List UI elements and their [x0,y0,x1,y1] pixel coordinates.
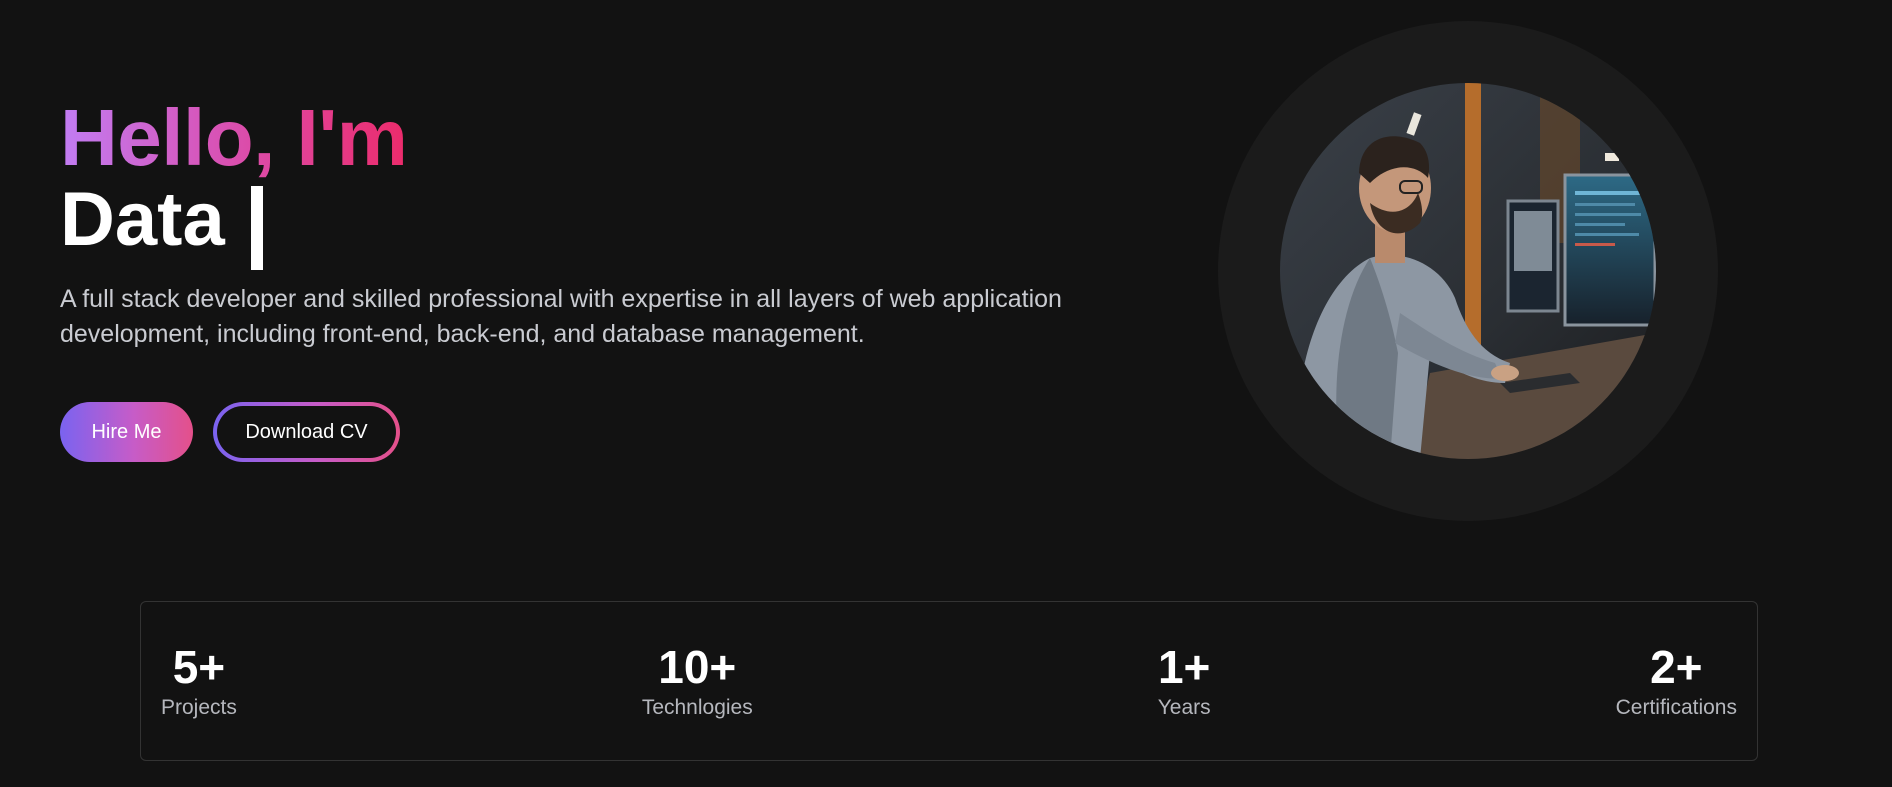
typing-cursor [250,186,263,270]
stat-label: Technlogies [641,696,753,719]
greeting-heading: Hello, I'm [60,93,408,182]
stat-value: 1+ [1157,641,1211,693]
download-cv-button[interactable]: Download CV [213,402,400,462]
stat-value: 5+ [172,641,226,693]
hero-section: Hello, I'm Data A full stack developer a… [60,98,1080,462]
role-heading: Data [60,177,1080,270]
download-cv-label: Download CV [217,406,396,458]
portfolio-hero-page: Hello, I'm Data A full stack developer a… [0,0,1892,787]
role-text: Data [60,177,225,262]
stat-years: 1+ Years [1158,641,1211,721]
hire-me-button[interactable]: Hire Me [60,402,193,462]
stat-label: Years [1157,696,1211,719]
stats-panel: 5+ Projects 10+ Technlogies 1+ Years 2+ … [140,601,1758,761]
stat-label: Projects [161,696,237,719]
profile-photo-ring [1218,21,1718,521]
hero-description: A full stack developer and skilled profe… [60,285,1062,348]
stat-label: Certifications [1615,696,1737,719]
stat-certifications: 2+ Certifications [1616,641,1737,721]
hero-actions: Hire Me Download CV [60,402,1080,462]
stat-value: 10+ [658,641,737,693]
developer-at-desk-illustration [1280,83,1656,459]
stat-value: 2+ [1650,641,1703,693]
profile-photo [1280,83,1656,459]
stat-projects: 5+ Projects [161,641,237,721]
stat-technologies: 10+ Technlogies [642,641,753,721]
